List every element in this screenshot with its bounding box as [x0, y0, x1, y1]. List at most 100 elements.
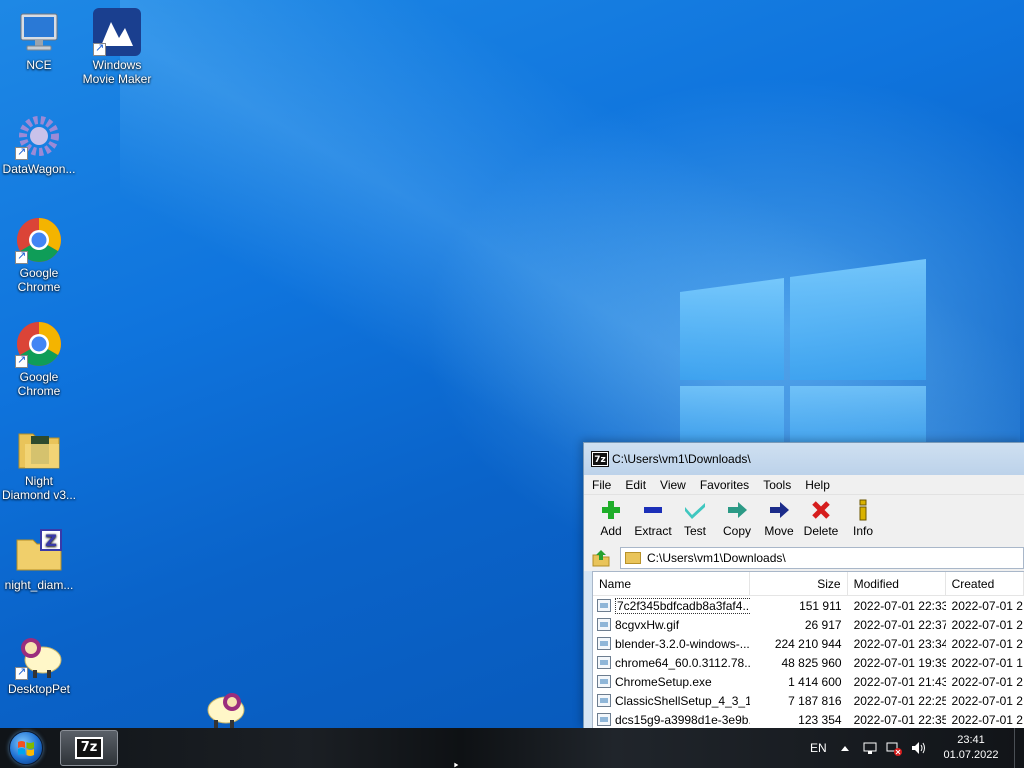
table-row[interactable]: chrome64_60.0.3112.78.... 48 825 960 2022-… [593, 653, 1024, 672]
clock-date: 01.07.2022 [943, 749, 999, 761]
address-bar: C:\Users\vm1\Downloads\ [584, 545, 1024, 571]
sevenzip-taskbar-icon: 7z [75, 737, 103, 759]
info-label: Info [852, 524, 873, 538]
table-row[interactable]: dcs15g9-a3998d1e-3e9b... 123 354 2022-07-0… [593, 710, 1024, 728]
file-manager-window[interactable]: 7z C:\Users\vm1\Downloads\ File Edit Vie… [583, 442, 1024, 728]
exe-file-icon [597, 675, 611, 688]
desktop-icon-google-chrome-2[interactable]: Google Chrome [0, 320, 78, 398]
show-hidden-icons-button[interactable] [840, 728, 850, 768]
menu-file[interactable]: File [592, 478, 611, 492]
move-button[interactable]: Move [758, 499, 800, 545]
column-modified[interactable]: Modified [848, 572, 946, 595]
menu-favorites[interactable]: Favorites [700, 478, 749, 492]
toolbar: Add Extract Test Copy Move Delete Info [584, 495, 1024, 545]
taskbar-7zip-button[interactable]: 7z [60, 730, 118, 766]
action-center-icon[interactable] [862, 728, 878, 768]
svg-text:Z: Z [45, 531, 57, 550]
gear-icon [15, 112, 63, 160]
column-size[interactable]: Size [750, 572, 848, 595]
desktop-icon-night-diam-zip[interactable]: Z night_diam... [0, 528, 78, 592]
checkmark-icon [685, 503, 705, 519]
test-button[interactable]: Test [674, 499, 716, 545]
copy-arrow-icon [728, 502, 747, 518]
windows-logo-wallpaper [680, 259, 926, 456]
file-size-cell: 48 825 960 [781, 655, 842, 670]
folder-icon [625, 552, 641, 564]
desktop-icon-night-diamond[interactable]: Night Diamond v3... [0, 424, 78, 502]
up-folder-icon [592, 550, 610, 567]
file-size-cell: 7 187 816 [788, 693, 842, 708]
path-field[interactable]: C:\Users\vm1\Downloads\ [620, 547, 1024, 569]
minus-icon [644, 507, 662, 513]
up-folder-button[interactable] [590, 547, 612, 569]
file-created-cell: 2022-07-01 2 [951, 617, 1023, 632]
file-modified-cell: 2022-07-01 21:43 [853, 674, 946, 689]
file-modified-cell: 2022-07-01 19:39 [853, 655, 946, 670]
add-button[interactable]: Add [590, 499, 632, 545]
sevenzip-app-icon: 7z [591, 451, 609, 467]
sheep-icon [15, 632, 63, 680]
exe-file-icon [597, 694, 611, 707]
desktop-icon-label: Windows Movie Maker [82, 58, 152, 86]
info-icon [859, 499, 867, 521]
file-created-cell: 2022-07-01 2 [951, 598, 1023, 613]
taskbar: 7z EN 23:41 01.07.2022 [0, 728, 1024, 768]
copy-label: Copy [722, 524, 751, 538]
desktop-icon-nce[interactable]: NCE [0, 8, 78, 72]
desktop-icon-label: DesktopPet [7, 682, 71, 696]
chrome-icon [15, 320, 63, 368]
file-name-cell: ChromeSetup.exe [593, 675, 750, 689]
menu-help[interactable]: Help [805, 478, 830, 492]
table-row[interactable]: ChromeSetup.exe 1 414 600 2022-07-01 21:43… [593, 672, 1024, 691]
menu-edit[interactable]: Edit [625, 478, 646, 492]
desktop-icon-label: Google Chrome [17, 266, 61, 294]
file-rows: 7c2f345bdfcadb8a3faf4... 151 911 2022-07-0… [593, 596, 1024, 728]
table-row[interactable]: 8cgvxHw.gif 26 917 2022-07-01 22:37 2022-07… [593, 615, 1024, 634]
desktop-icon-label: Night Diamond v3... [1, 474, 77, 502]
shortcut-arrow-icon [15, 665, 28, 680]
file-name: chrome64_60.0.3112.78.... [615, 655, 750, 670]
language-indicator[interactable]: EN [810, 728, 827, 768]
computer-monitor-icon [15, 8, 63, 56]
extract-button[interactable]: Extract [632, 499, 674, 545]
desktop-icon-datawagon[interactable]: DataWagon... [0, 112, 78, 176]
table-row[interactable]: ClassicShellSetup_4_3_1.... 7 187 816 2022… [593, 691, 1024, 710]
column-created[interactable]: Created [946, 572, 1024, 595]
file-name: blender-3.2.0-windows-... [615, 636, 750, 651]
file-modified-cell: 2022-07-01 22:33 [853, 598, 946, 613]
exe-file-icon [597, 656, 611, 669]
file-modified-cell: 2022-07-01 22:25 [853, 693, 946, 708]
delete-label: Delete [803, 524, 839, 538]
file-list[interactable]: Name Size Modified Created 7c2f345bdfcad… [592, 571, 1024, 728]
clock-time: 23:41 [957, 734, 985, 746]
mouse-cursor-icon [454, 762, 460, 768]
file-created-cell: 2022-07-01 2 [951, 693, 1023, 708]
copy-button[interactable]: Copy [716, 499, 758, 545]
file-size-cell: 1 414 600 [788, 674, 842, 689]
show-desktop-button[interactable] [1014, 728, 1024, 768]
desktop-pet-sheep[interactable] [204, 688, 246, 728]
desktop-icon-desktoppet[interactable]: DesktopPet [0, 632, 78, 696]
file-name-cell: dcs15g9-a3998d1e-3e9b... [593, 713, 750, 727]
table-row[interactable]: blender-3.2.0-windows-... 224 210 944 2022… [593, 634, 1024, 653]
desktop-icon-google-chrome-1[interactable]: Google Chrome [0, 216, 78, 294]
start-button[interactable] [6, 730, 46, 766]
system-clock[interactable]: 23:41 01.07.2022 [936, 733, 1006, 763]
desktop: NCE Windows Movie Maker DataWagon... [0, 0, 1024, 728]
file-name-cell: ClassicShellSetup_4_3_1.... [593, 694, 750, 708]
file-name-cell: blender-3.2.0-windows-... [593, 637, 750, 651]
network-error-icon[interactable] [886, 728, 902, 768]
window-titlebar[interactable]: 7z C:\Users\vm1\Downloads\ [584, 443, 1024, 475]
table-row[interactable]: 7c2f345bdfcadb8a3faf4... 151 911 2022-07-0… [593, 596, 1024, 615]
menu-tools[interactable]: Tools [763, 478, 791, 492]
menu-view[interactable]: View [660, 478, 686, 492]
desktop-icon-windows-movie-maker[interactable]: Windows Movie Maker [78, 8, 156, 86]
folder-icon [15, 424, 63, 472]
volume-icon[interactable] [910, 728, 926, 768]
file-created-cell: 2022-07-01 2 [951, 674, 1023, 689]
windows-start-orb-icon [9, 731, 43, 765]
info-button[interactable]: Info [842, 499, 884, 545]
test-label: Test [683, 524, 706, 538]
delete-button[interactable]: Delete [800, 499, 842, 545]
column-name[interactable]: Name [593, 572, 750, 595]
